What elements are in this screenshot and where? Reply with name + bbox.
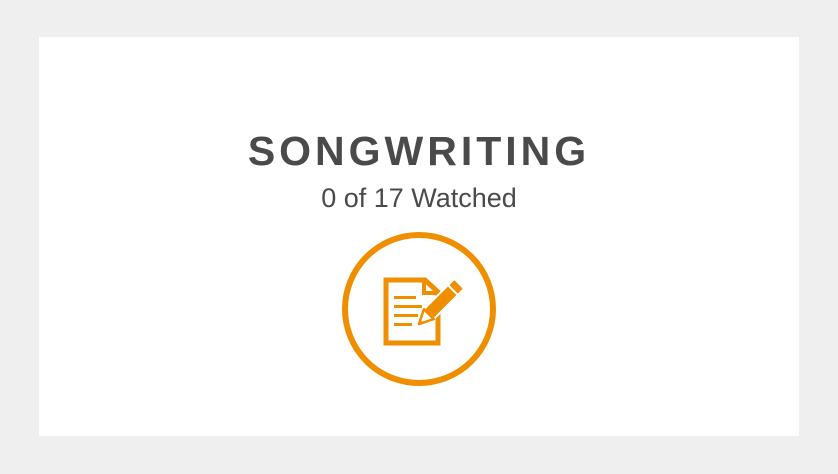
document-pencil-icon bbox=[342, 232, 496, 386]
course-icon-badge bbox=[340, 230, 498, 388]
watched-progress-text: 0 of 17 Watched bbox=[321, 183, 517, 213]
course-title: SONGWRITING bbox=[247, 128, 591, 174]
